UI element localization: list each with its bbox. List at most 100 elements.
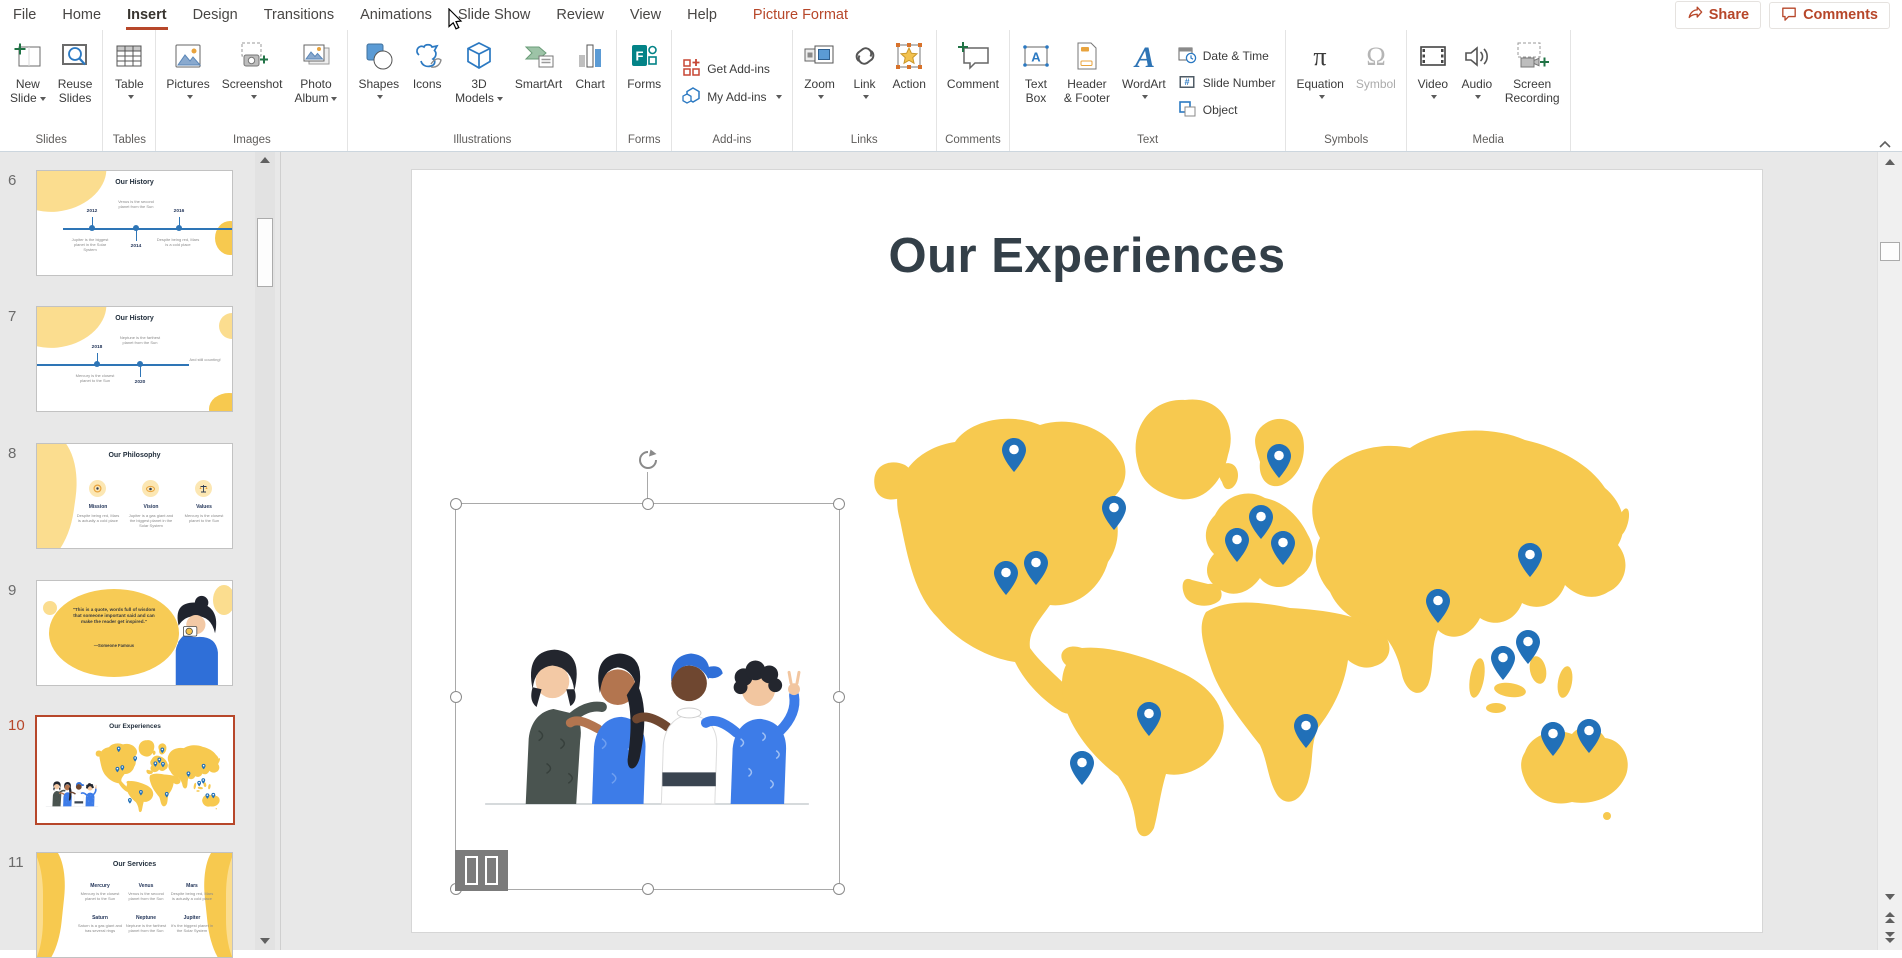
audio-button[interactable]: Audio (1455, 34, 1499, 132)
slide-thumbnail-6[interactable]: Our History 2012 2014 2016 Venus is the … (36, 170, 233, 276)
forms-button[interactable]: F Forms (621, 34, 667, 132)
menu-tab-insert[interactable]: Insert (114, 0, 180, 30)
comments-icon (1781, 6, 1797, 25)
slide-editing-area[interactable]: Our Experiences (412, 170, 1762, 932)
slide-thumbnail-10[interactable]: Our Experiences (35, 715, 235, 825)
header-footer-button[interactable]: Header & Footer (1058, 34, 1116, 132)
smartart-button[interactable]: SmartArt (509, 34, 568, 132)
thumb10-people (45, 775, 99, 807)
menu-tab-file[interactable]: File (0, 0, 49, 30)
menu-tab-animations[interactable]: Animations (347, 0, 445, 30)
menu-tab-review[interactable]: Review (543, 0, 617, 30)
reuse-slides-button[interactable]: Reuse Slides (52, 34, 99, 132)
zoom-button[interactable]: Zoom (797, 34, 843, 132)
selection-handle-e[interactable] (833, 691, 845, 703)
screen-recording-button[interactable]: Screen Recording (1499, 34, 1566, 132)
date-time-button[interactable]: Date & Time (1178, 46, 1276, 67)
icons-button[interactable]: Icons (405, 34, 449, 132)
rotation-handle[interactable] (636, 448, 660, 477)
thumbnail-scrollbar-thumb[interactable] (257, 218, 273, 287)
slide-thumbnail-11[interactable]: Our Services Mercury Venus Mars Mercury … (36, 852, 233, 958)
selection-handle-nw[interactable] (450, 498, 462, 510)
slide-number-10: 10 (0, 717, 36, 734)
comments-button[interactable]: Comments (1769, 2, 1890, 29)
thumb11-item3-name: Mars (169, 883, 215, 889)
thumb11-item1-text: Mercury is the closest planet to the Sun (77, 891, 123, 901)
wordart-button[interactable]: A WordArt (1116, 34, 1172, 132)
object-button[interactable]: Object (1178, 100, 1276, 121)
selection-handle-w[interactable] (450, 691, 462, 703)
header-footer-icon (1071, 37, 1103, 75)
selection-handle-s[interactable] (642, 883, 654, 895)
photo-album-button[interactable]: Photo Album (288, 34, 343, 132)
slide-thumbnail-7[interactable]: Our History 2018 2020 Neptune is the far… (36, 306, 233, 412)
text-box-line2: Box (1026, 91, 1047, 105)
pictures-button[interactable]: Pictures (160, 34, 215, 132)
pause-overlay-button[interactable] (455, 850, 508, 891)
chevron-down-icon (128, 95, 134, 99)
equation-button[interactable]: π Equation (1290, 34, 1349, 132)
collapse-ribbon-button[interactable] (1878, 136, 1894, 148)
selection-handle-ne[interactable] (833, 498, 845, 510)
menu-tab-design[interactable]: Design (180, 0, 251, 30)
text-box-button[interactable]: A Text Box (1014, 34, 1058, 132)
chevron-down-icon (40, 97, 46, 101)
ribbon: New Slide Reuse Slides Slides Table Ta (0, 30, 1902, 152)
slide-title[interactable]: Our Experiences (412, 228, 1762, 284)
slide-thumbnail-8[interactable]: Our Philosophy Mission Vision Values Des… (36, 443, 233, 549)
3d-models-button[interactable]: 3D Models (449, 34, 509, 132)
main-scrollbar-thumb[interactable] (1880, 242, 1900, 261)
svg-text:Ω: Ω (1366, 42, 1385, 71)
slide-number-button[interactable]: # Slide Number (1178, 73, 1276, 94)
menu-tab-help[interactable]: Help (674, 0, 730, 30)
selected-picture-bounding-box[interactable] (455, 503, 840, 890)
people-group-picture[interactable] (478, 610, 816, 808)
menu-tab-home[interactable]: Home (49, 0, 114, 30)
menu-tab-transitions[interactable]: Transitions (251, 0, 347, 30)
new-slide-button[interactable]: New Slide (4, 34, 52, 132)
menu-tab-design-label: Design (193, 7, 238, 23)
world-map-graphic[interactable] (870, 370, 1660, 840)
share-button[interactable]: Share (1675, 1, 1761, 29)
table-button[interactable]: Table (107, 34, 151, 132)
selection-handle-se[interactable] (833, 883, 845, 895)
thumbnail-scroll-down-button[interactable] (255, 932, 275, 950)
action-button[interactable]: Action (887, 34, 932, 132)
group-label-comments: Comments (937, 132, 1009, 151)
thumbnail-scroll-up-button[interactable] (255, 151, 275, 169)
get-addins-button[interactable]: Get Add-ins (682, 58, 781, 80)
menu-tab-picture-format[interactable]: Picture Format (740, 0, 861, 30)
slide-canvas: Our Experiences (281, 151, 1878, 950)
group-label-addins: Add-ins (672, 132, 791, 151)
smartart-label: SmartArt (515, 77, 562, 91)
group-label-images: Images (156, 132, 347, 151)
thumb7-title: Our History (37, 315, 232, 322)
my-addins-button[interactable]: My Add-ins (682, 86, 781, 108)
main-scrollbar[interactable] (1877, 151, 1902, 950)
next-slide-button[interactable] (1878, 928, 1902, 946)
previous-slide-button[interactable] (1878, 908, 1902, 926)
shapes-button[interactable]: Shapes (352, 34, 405, 132)
selection-handle-n[interactable] (642, 498, 654, 510)
menu-tab-view[interactable]: View (617, 0, 674, 30)
pictures-icon (172, 37, 204, 75)
ribbon-group-illustrations: Shapes Icons 3D Models SmartArt (348, 30, 617, 151)
header-footer-line2: & Footer (1064, 91, 1110, 105)
scroll-up-button[interactable] (1878, 153, 1902, 171)
video-button[interactable]: Video (1411, 34, 1455, 132)
photographer-illustration (158, 593, 228, 685)
slide-thumbnail-9[interactable]: "This is a quote, words full of wisdom t… (36, 580, 233, 686)
thumb10-title: Our Experiences (37, 723, 233, 730)
svg-text:F: F (636, 49, 644, 64)
thumb8-item1-text: Despite being red, Mars is actually a co… (75, 513, 121, 523)
screenshot-button[interactable]: Screenshot (216, 34, 289, 132)
comment-button[interactable]: Comment (941, 34, 1005, 132)
decor-blob (36, 170, 114, 222)
ribbon-group-links: Zoom Link Action Links (793, 30, 937, 151)
thumbnail-scrollbar[interactable] (255, 151, 275, 950)
scroll-down-button[interactable] (1878, 888, 1902, 906)
ribbon-group-media: Video Audio Screen Recording Media (1407, 30, 1571, 151)
chart-button[interactable]: Chart (568, 34, 612, 132)
photo-album-line2: Album (294, 91, 337, 105)
link-button[interactable]: Link (843, 34, 887, 132)
